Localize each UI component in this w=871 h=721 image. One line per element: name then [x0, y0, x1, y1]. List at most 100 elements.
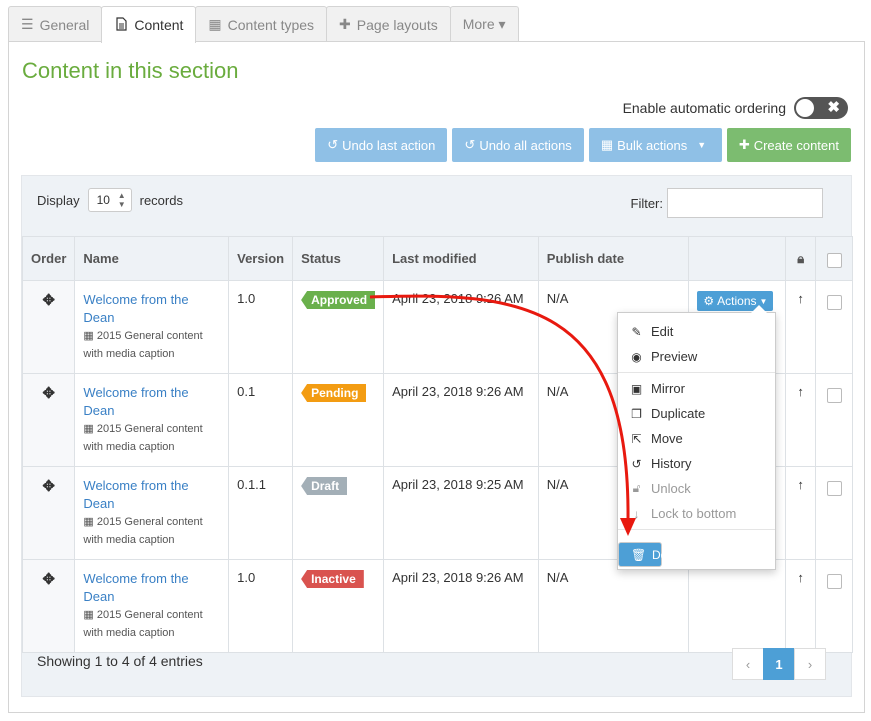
version-cell: 0.1.1	[228, 466, 294, 560]
updown-icon: ▲ ▼	[117, 191, 126, 209]
modified-cell: April 23, 2018 9:26 AM	[383, 373, 539, 467]
records-per-page-select[interactable]: 10 ▲ ▼	[87, 188, 132, 212]
content-name-link[interactable]: Welcome from the Dean	[83, 384, 220, 420]
arrow-up-icon[interactable]: ↑	[797, 384, 804, 399]
move-handle-icon[interactable]: ✥	[42, 385, 55, 402]
col-publish-date[interactable]: Publish date	[537, 236, 690, 281]
row-checkbox[interactable]	[826, 574, 842, 589]
menu-label: Preview	[651, 349, 698, 364]
col-order[interactable]: Order	[21, 236, 76, 281]
undo-all-button[interactable]: ↺ Undo all actions	[452, 128, 584, 162]
toggle-knob	[796, 99, 814, 117]
status-cell: Approved	[292, 280, 385, 374]
row-checkbox[interactable]	[826, 295, 842, 310]
publish-cell: N/A	[537, 559, 690, 653]
copy-icon: ❐	[631, 406, 642, 421]
tab-content-types[interactable]: ▦ Content types	[195, 6, 328, 42]
lock-cell: ↑	[785, 466, 817, 560]
display-suffix: records	[139, 192, 183, 208]
version-cell: 1.0	[228, 280, 294, 374]
menu-divider	[618, 529, 775, 530]
menu-item-move[interactable]: ⇱ Move	[618, 426, 775, 451]
entries-summary: Showing 1 to 4 of 4 entries	[37, 653, 203, 669]
modified-cell: April 23, 2018 9:25 AM	[383, 466, 539, 560]
content-type-label: 2015 General content with media caption	[83, 516, 203, 546]
order-cell: ✥	[21, 280, 76, 374]
select-all-checkbox[interactable]	[826, 253, 842, 268]
move-handle-icon[interactable]: ✥	[42, 292, 55, 309]
col-name[interactable]: Name	[74, 236, 230, 281]
col-lock: 🔒︎	[785, 236, 817, 281]
content-name-link[interactable]: Welcome from the Dean	[83, 477, 220, 513]
undo-icon: ↺	[327, 137, 339, 152]
arrow-up-icon[interactable]: ↑	[797, 570, 804, 585]
version-cell: 0.1	[228, 373, 294, 467]
menu-item-delete[interactable]: 🗑︎ Delete	[618, 542, 687, 567]
name-cell: Welcome from the Dean ▦ 2015 General con…	[74, 280, 230, 374]
tab-general[interactable]: ☰ General	[8, 6, 103, 42]
content-type-label: 2015 General content with media caption	[83, 423, 203, 453]
move-handle-icon[interactable]: ✥	[42, 571, 55, 588]
button-label: Undo last action	[342, 137, 436, 153]
row-checkbox[interactable]	[826, 388, 842, 403]
menu-label: Lock to bottom	[651, 506, 737, 521]
col-status[interactable]: Status	[292, 236, 385, 281]
menu-item-duplicate[interactable]: ❐ Duplicate	[618, 401, 775, 426]
edit-icon: ✎	[631, 324, 642, 339]
row-checkbox[interactable]	[826, 481, 842, 496]
menu-item-mirror[interactable]: ▣ Mirror	[618, 376, 775, 401]
filter-input[interactable]	[667, 188, 823, 218]
lock-cell: ↑	[785, 280, 817, 374]
undo-last-button[interactable]: ↺ Undo last action	[315, 128, 448, 162]
display-label: Display	[37, 192, 80, 208]
arrow-up-icon[interactable]: ↑	[797, 477, 804, 492]
mirror-icon: ▣	[630, 381, 643, 396]
content-type: ▦ 2015 General content with media captio…	[83, 420, 220, 456]
col-last-modified[interactable]: Last modified	[383, 236, 539, 281]
menu-item-preview[interactable]: ◉ Preview	[618, 344, 775, 369]
content-name-link[interactable]: Welcome from the Dean	[83, 570, 220, 606]
create-content-button[interactable]: ✚ Create content	[726, 128, 851, 162]
next-page-button[interactable]: ›	[794, 648, 826, 680]
menu-label: History	[651, 456, 692, 471]
content-name-link[interactable]: Welcome from the Dean	[83, 291, 220, 327]
name-cell: Welcome from the Dean ▦ 2015 General con…	[74, 373, 230, 467]
menu-caret	[751, 305, 767, 313]
menu-item-history[interactable]: ↺ History	[618, 451, 775, 476]
arrow-up-icon[interactable]: ↑	[797, 291, 804, 306]
name-cell: Welcome from the Dean ▦ 2015 General con…	[74, 559, 230, 653]
bulk-actions-button[interactable]: ▦ Bulk actions ▼	[588, 128, 722, 162]
actions-cell	[688, 559, 787, 653]
prev-page-button[interactable]: ‹	[732, 648, 764, 680]
tab-page-layouts[interactable]: ✚ Page layouts	[326, 6, 451, 42]
move-handle-icon[interactable]: ✥	[42, 478, 55, 495]
table-row: ✥ Welcome from the Dean ▦ 2015 General c…	[21, 559, 853, 653]
ordering-toggle[interactable]: ✖	[794, 97, 848, 119]
page-1-button[interactable]: 1	[763, 648, 795, 680]
status-badge: Inactive	[301, 570, 364, 588]
table-header: Order Name Version Status Last modified …	[21, 236, 853, 281]
cubes-icon: ▦	[600, 137, 614, 152]
menu-label: Mirror	[651, 381, 685, 396]
sliders-icon: ☰	[21, 16, 34, 32]
toolbar: ↺ Undo last action ↺ Undo all actions ▦ …	[315, 128, 851, 162]
tab-content[interactable]: Content	[101, 6, 197, 43]
ordering-label: Enable automatic ordering	[622, 100, 786, 116]
unlock-icon: 🔓︎	[632, 481, 641, 495]
lock-cell: ↑	[785, 559, 817, 653]
cubes-icon: ▦	[83, 423, 94, 435]
gear-icon: ⚙	[703, 294, 715, 308]
tab-more[interactable]: More ▾	[449, 6, 519, 42]
filter: Filter:	[631, 188, 823, 218]
menu-item-lock-to-bottom[interactable]: ↓ Lock to bottom	[618, 501, 775, 526]
modified-cell: April 23, 2018 9:26 AM	[383, 280, 539, 374]
menu-label: Edit	[651, 324, 674, 339]
menu-item-edit[interactable]: ✎ Edit	[618, 319, 775, 344]
status-cell: Inactive	[292, 559, 385, 653]
status-cell: Draft	[292, 466, 385, 560]
cubes-icon: ▦	[83, 609, 94, 621]
menu-item-unlock[interactable]: 🔓︎ Unlock	[618, 476, 775, 501]
undo-icon: ↺	[464, 137, 476, 152]
col-version[interactable]: Version	[228, 236, 294, 281]
tab-bar: ☰ General Content ▦ Content types ✚ Page…	[8, 6, 519, 43]
